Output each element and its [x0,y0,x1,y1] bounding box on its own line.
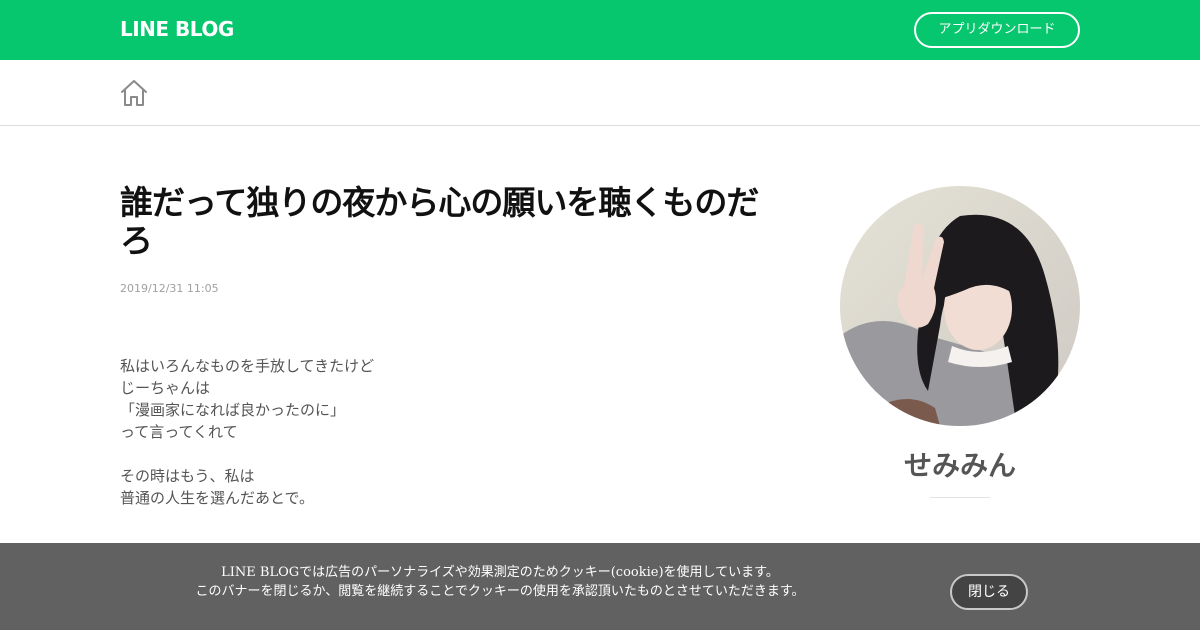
app-download-button[interactable]: アプリダウンロード [914,12,1080,48]
article-date: 2019/12/31 11:05 [120,282,219,295]
cookie-consent-banner: LINE BLOGでは広告のパーソナライズや効果測定のためクッキー(cookie… [0,543,1200,630]
top-header: LINE BLOG アプリダウンロード [0,0,1200,60]
author-divider [930,497,990,498]
author-name[interactable]: せみみん [840,448,1080,484]
body-line: じーちゃんは [120,379,211,397]
body-line: 普通の人生を選んだあとで。 [120,489,314,507]
cookie-message-line: LINE BLOGでは広告のパーソナライズや効果測定のためクッキー(cookie… [221,565,779,580]
sub-navigation [0,60,1200,126]
cookie-message-line: このバナーを閉じるか、閲覧を継続することでクッキーの使用を承認頂いたものとさせて… [195,584,805,599]
body-line: 私はいろんなものを手放してきたけど [120,357,375,375]
line-blog-logo[interactable]: LINE BLOG [120,17,234,41]
cookie-message: LINE BLOGでは広告のパーソナライズや効果測定のためクッキー(cookie… [120,563,880,601]
article-body: 私はいろんなものを手放してきたけど じーちゃんは 「漫画家になれば良かったのに」… [120,355,720,509]
body-line: 「漫画家になれば良かったのに」 [120,401,346,419]
author-avatar[interactable] [840,186,1080,426]
close-button[interactable]: 閉じる [950,574,1028,610]
home-icon[interactable] [119,78,149,108]
body-line: その時はもう、私は [120,467,255,485]
article-title: 誰だって独りの夜から心の願いを聴くものだろ [120,183,759,260]
body-line: って言ってくれて [120,423,238,441]
body-line [120,443,720,465]
